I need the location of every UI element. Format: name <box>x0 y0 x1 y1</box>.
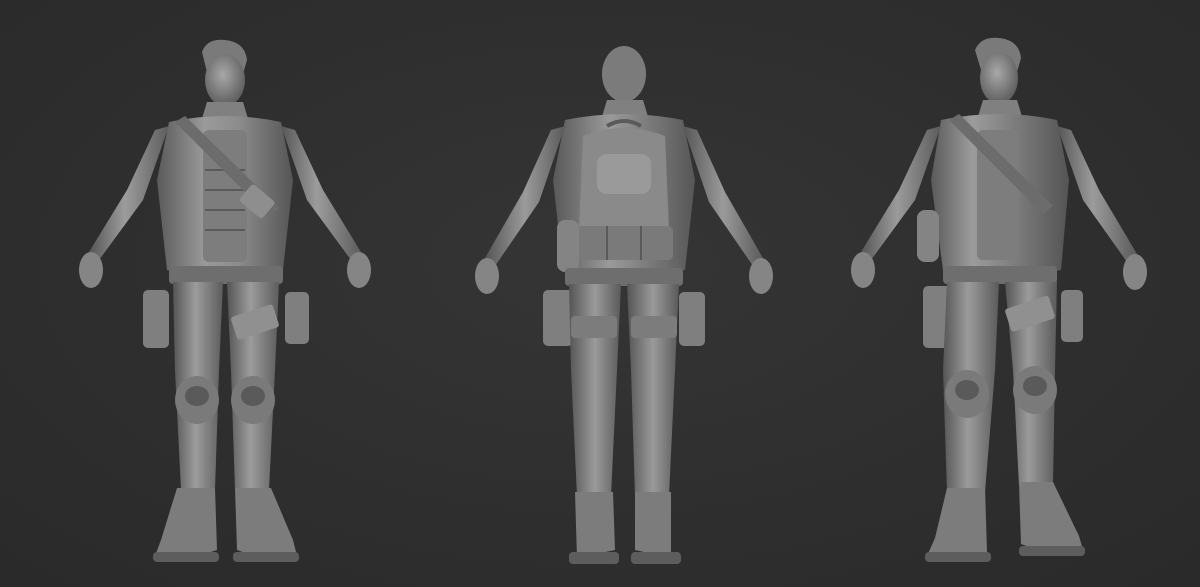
character-back-sculpt <box>475 46 773 564</box>
left-boot <box>155 488 217 560</box>
left-hand <box>79 252 103 288</box>
right-arm <box>281 126 361 260</box>
character-front-sculpt <box>79 39 371 562</box>
belt <box>169 266 283 284</box>
right-leg-back <box>627 284 679 496</box>
left-leg-back <box>569 284 621 496</box>
back-pouches <box>575 226 673 260</box>
right-hand <box>347 252 371 288</box>
head-shape-3q <box>980 52 1018 104</box>
left-arm-back <box>485 126 565 266</box>
right-boot <box>235 488 297 560</box>
character-three-quarter-sculpt <box>851 37 1147 562</box>
left-thigh-pouch <box>143 290 169 348</box>
left-arm <box>89 126 169 260</box>
head-back-shape <box>602 46 646 102</box>
right-arm-back <box>683 126 763 266</box>
right-thigh-pouch <box>285 292 309 344</box>
viewport-canvas <box>0 0 1200 587</box>
character-front-view <box>57 30 387 580</box>
head-shape <box>205 54 245 106</box>
character-three-quarter-view <box>843 30 1173 580</box>
character-back-view <box>457 30 787 580</box>
right-arm-3q <box>1057 126 1137 262</box>
